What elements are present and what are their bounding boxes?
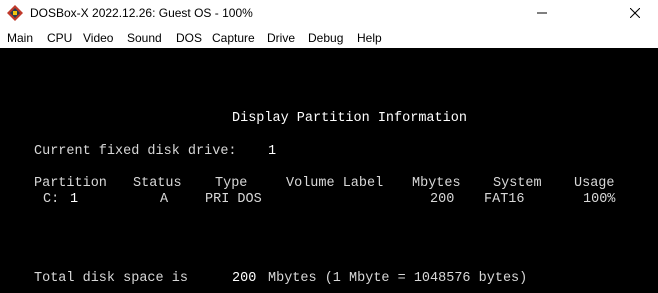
- menu-capture[interactable]: Capture: [212, 30, 255, 46]
- current-drive-value: 1: [268, 144, 277, 159]
- header-status: Status: [133, 176, 182, 191]
- menu-sound[interactable]: Sound: [127, 30, 162, 46]
- header-system: System: [493, 176, 542, 191]
- row-usage: 100%: [583, 192, 616, 207]
- menu-main[interactable]: Main: [7, 30, 33, 46]
- header-partition: Partition: [34, 176, 107, 191]
- header-volume-label: Volume Label: [286, 176, 384, 191]
- menu-help[interactable]: Help: [357, 30, 382, 46]
- header-mbytes: Mbytes: [412, 176, 461, 191]
- row-type: PRI DOS: [205, 192, 262, 207]
- row-partition: 1: [70, 192, 79, 207]
- current-drive-label: Current fixed disk drive:: [34, 144, 237, 159]
- total-space-value: 200: [232, 271, 257, 286]
- total-space-label: Total disk space is: [34, 271, 188, 286]
- total-space-suffix: Mbytes (1 Mbyte = 1048576 bytes): [268, 271, 528, 286]
- window-title: DOSBox-X 2022.12.26: Guest OS - 100%: [30, 6, 253, 20]
- menu-video[interactable]: Video: [83, 30, 113, 46]
- menu-debug[interactable]: Debug: [308, 30, 343, 46]
- row-system: FAT16: [484, 192, 525, 207]
- minimize-button[interactable]: [519, 0, 565, 28]
- header-usage: Usage: [574, 176, 615, 191]
- dosbox-app-icon[interactable]: [7, 5, 23, 21]
- menu-bar: Main CPU Video Sound DOS Capture Drive D…: [0, 28, 658, 48]
- close-button[interactable]: [612, 0, 658, 28]
- title-bar[interactable]: DOSBox-X 2022.12.26: Guest OS - 100%: [0, 0, 658, 28]
- row-status: A: [160, 192, 169, 207]
- menu-dos[interactable]: DOS: [176, 30, 202, 46]
- partition-info-heading: Display Partition Information: [232, 111, 467, 126]
- minimize-icon: [537, 5, 547, 23]
- dosbox-window: DOSBox-X 2022.12.26: Guest OS - 100% Mai…: [0, 0, 658, 293]
- dos-screen[interactable]: Display Partition Information Current fi…: [0, 48, 658, 293]
- menu-cpu[interactable]: CPU: [47, 30, 72, 46]
- menu-drive[interactable]: Drive: [267, 30, 295, 46]
- header-type: Type: [215, 176, 248, 191]
- close-icon: [629, 5, 641, 23]
- row-mbytes: 200: [430, 192, 455, 207]
- row-drive: C:: [43, 192, 60, 207]
